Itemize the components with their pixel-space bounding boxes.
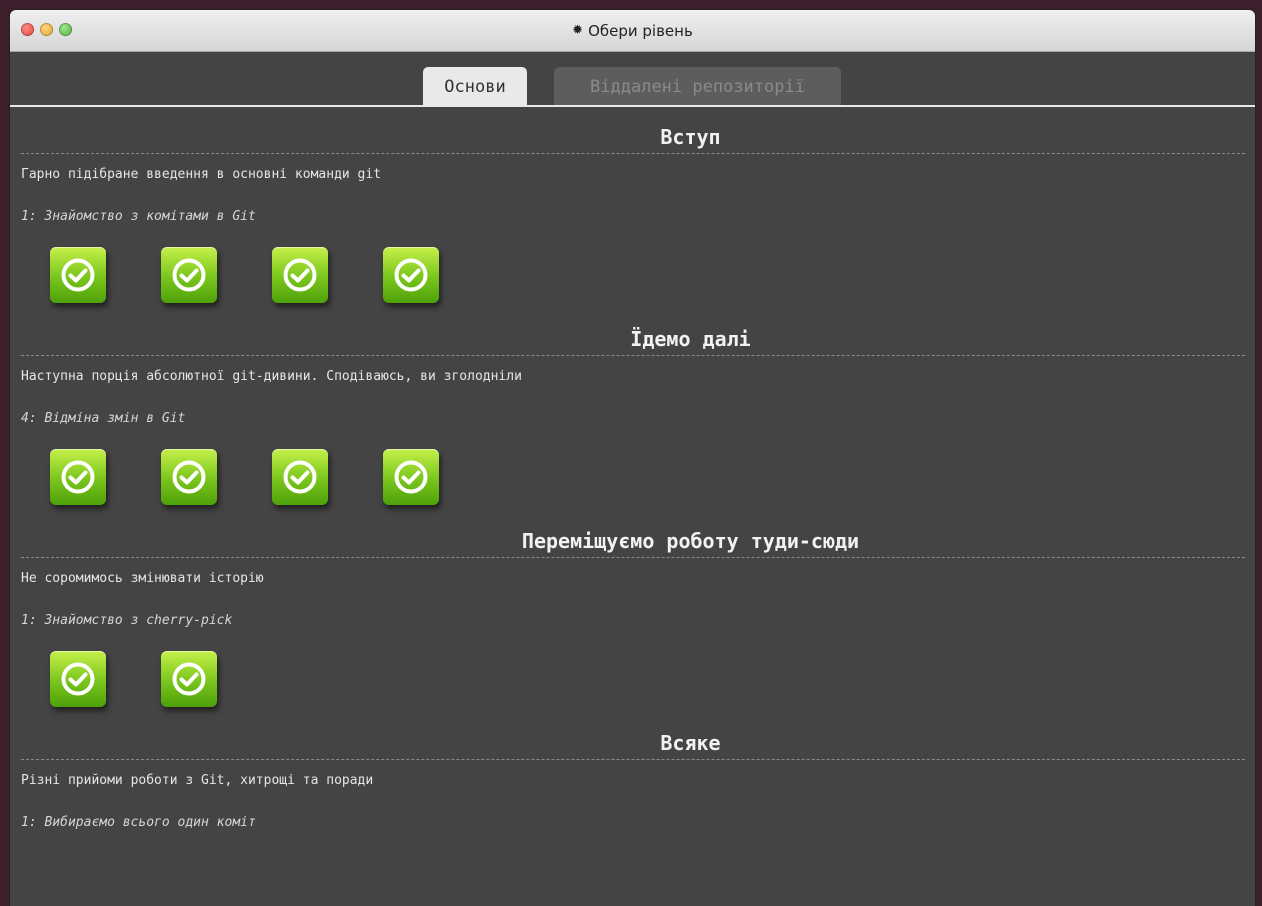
tab-bar: Основи Віддалені репозиторії — [10, 52, 1255, 107]
checkmark-icon — [172, 662, 206, 696]
section-title: Всяке — [660, 731, 721, 755]
section-description: Гарно підібране введення в основні коман… — [21, 167, 382, 182]
checkmark-icon — [172, 258, 206, 292]
level-buttons — [50, 449, 1245, 507]
section: Їдемо далі Наступна порція абсолютної gi… — [21, 323, 1245, 507]
section-title: Переміщуємо роботу туди-сюди — [521, 529, 860, 553]
section-current-level: 1: Знайомство з комітами в Git — [21, 209, 256, 224]
section-description: Наступна порція абсолютної git-дивини. С… — [21, 369, 522, 384]
section-divider — [21, 153, 1245, 154]
checkmark-icon — [394, 460, 428, 494]
window-title: ✹ Обери рівень — [572, 22, 693, 40]
section-title: Вступ — [660, 125, 721, 149]
level-complete-button[interactable] — [50, 449, 106, 505]
checkmark-icon — [61, 258, 95, 292]
checkmark-icon — [394, 258, 428, 292]
level-complete-button[interactable] — [161, 651, 217, 707]
checkmark-icon — [61, 662, 95, 696]
section-description: Різні прийоми роботи з Git, хитрощі та п… — [21, 773, 374, 788]
level-buttons — [50, 651, 1245, 709]
section-divider — [21, 355, 1245, 356]
section-divider — [21, 557, 1245, 558]
window-controls — [21, 23, 72, 36]
gear-icon: ✹ — [572, 23, 584, 38]
section-current-level: 1: Знайомство з cherry-pick — [21, 613, 233, 628]
level-complete-button[interactable] — [272, 449, 328, 505]
level-complete-button[interactable] — [161, 247, 217, 303]
level-complete-button[interactable] — [383, 449, 439, 505]
section-title: Їдемо далі — [630, 327, 751, 351]
maximize-window-button[interactable] — [59, 23, 72, 36]
checkmark-icon — [283, 258, 317, 292]
level-buttons — [50, 247, 1245, 305]
level-picker-window: ✹ Обери рівень Основи Віддалені репозито… — [10, 10, 1255, 906]
section-description: Не соромимось змінювати історію — [21, 571, 264, 586]
section: Переміщуємо роботу туди-сюди Не соромимо… — [21, 525, 1245, 709]
level-complete-button[interactable] — [50, 651, 106, 707]
section: Вступ Гарно підібране введення в основні… — [21, 121, 1245, 305]
level-complete-button[interactable] — [50, 247, 106, 303]
section-divider — [21, 759, 1245, 760]
checkmark-icon — [283, 460, 317, 494]
level-complete-button[interactable] — [272, 247, 328, 303]
close-window-button[interactable] — [21, 23, 34, 36]
tab-basics[interactable]: Основи — [423, 67, 527, 105]
section-current-level: 1: Вибираємо всього один коміт — [21, 815, 256, 830]
section: Всяке Різні прийоми роботи з Git, хитрощ… — [21, 727, 1245, 831]
title-bar: ✹ Обери рівень — [10, 10, 1255, 52]
section-current-level: 4: Відміна змін в Git — [21, 411, 186, 426]
level-complete-button[interactable] — [383, 247, 439, 303]
sections-list: Вступ Гарно підібране введення в основні… — [10, 121, 1255, 831]
window-title-text: Обери рівень — [588, 21, 693, 40]
level-complete-button[interactable] — [161, 449, 217, 505]
minimize-window-button[interactable] — [40, 23, 53, 36]
checkmark-icon — [61, 460, 95, 494]
tab-remote-repositories[interactable]: Віддалені репозиторії — [554, 67, 841, 105]
checkmark-icon — [172, 460, 206, 494]
